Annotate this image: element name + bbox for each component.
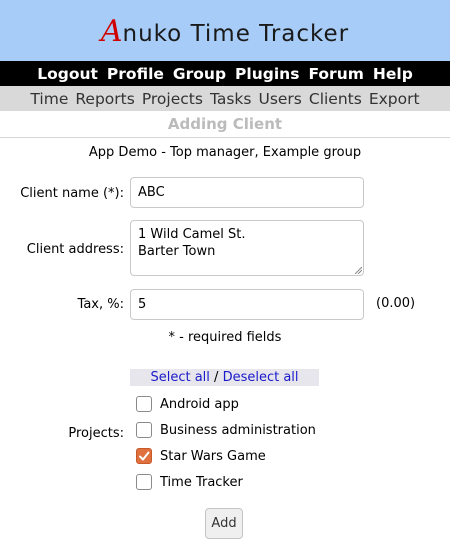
- sub-menu: Time Reports Projects Tasks Users Client…: [0, 86, 450, 111]
- project-name: Business administration: [160, 422, 316, 438]
- tax-label: Tax, %:: [77, 297, 124, 312]
- logo-initial: A: [100, 14, 123, 49]
- add-button[interactable]: Add: [205, 508, 243, 539]
- submenu-projects[interactable]: Projects: [142, 90, 203, 108]
- tax-calculated-value: (0.00): [376, 296, 416, 311]
- checkbox[interactable]: [136, 396, 152, 412]
- select-separator: /: [209, 370, 223, 385]
- project-name: Android app: [160, 396, 239, 412]
- select-all-link[interactable]: Select all: [150, 370, 209, 385]
- submenu-tasks[interactable]: Tasks: [210, 90, 252, 108]
- top-menu: Logout Profile Group Plugins Forum Help: [0, 61, 450, 86]
- submenu-time[interactable]: Time: [30, 90, 68, 108]
- client-name-input[interactable]: [130, 177, 364, 208]
- client-address-label: Client address:: [26, 242, 124, 257]
- project-row: Android app: [136, 395, 239, 413]
- group-context: App Demo - Top manager, Example group: [88, 145, 362, 160]
- tax-input[interactable]: [130, 289, 364, 320]
- menu-group[interactable]: Group: [173, 65, 226, 83]
- title-divider: [0, 137, 450, 138]
- submenu-users[interactable]: Users: [258, 90, 301, 108]
- checkbox[interactable]: [136, 422, 152, 438]
- menu-logout[interactable]: Logout: [37, 65, 98, 83]
- projects-label: Projects:: [68, 426, 124, 441]
- app-logo[interactable]: Anuko Time Tracker: [0, 14, 450, 49]
- client-name-label: Client name (*):: [20, 186, 124, 201]
- project-row: Business administration: [136, 421, 316, 439]
- submenu-reports[interactable]: Reports: [75, 90, 134, 108]
- client-address-textarea[interactable]: 1 Wild Camel St. Barter Town: [130, 220, 364, 276]
- project-row: Star Wars Game: [136, 447, 266, 465]
- deselect-all-link[interactable]: Deselect all: [223, 370, 299, 385]
- checkmark-icon: [139, 451, 150, 461]
- checkbox[interactable]: [136, 474, 152, 490]
- project-name: Star Wars Game: [160, 448, 266, 464]
- menu-help[interactable]: Help: [373, 65, 413, 83]
- menu-profile[interactable]: Profile: [107, 65, 164, 83]
- project-row: Time Tracker: [136, 473, 243, 491]
- page-title: Adding Client: [167, 115, 283, 133]
- select-deselect-bar: Select all / Deselect all: [130, 369, 319, 386]
- required-fields-note: * - required fields: [168, 330, 282, 345]
- submenu-clients[interactable]: Clients: [309, 90, 362, 108]
- project-name: Time Tracker: [160, 474, 243, 490]
- header: Anuko Time Tracker: [0, 0, 450, 61]
- submenu-export[interactable]: Export: [369, 90, 420, 108]
- checkbox[interactable]: [136, 448, 152, 464]
- menu-plugins[interactable]: Plugins: [235, 65, 299, 83]
- logo-text: nuko Time Tracker: [122, 21, 350, 47]
- menu-forum[interactable]: Forum: [308, 65, 363, 83]
